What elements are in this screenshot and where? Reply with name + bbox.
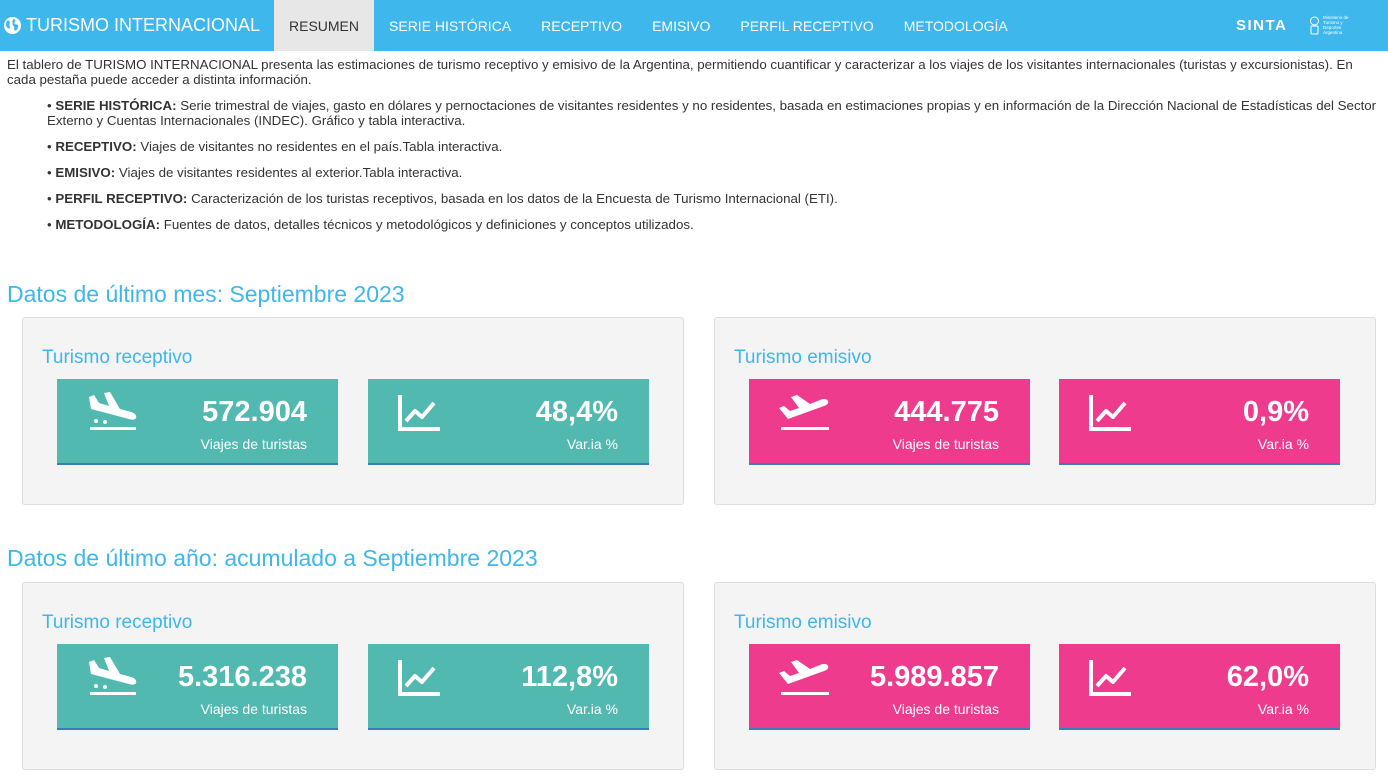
receptivo-variation-tile: 48,4% Var.ia % xyxy=(368,379,649,465)
plane-departure-icon xyxy=(779,660,829,695)
trips-label: Viajes de turistas xyxy=(200,701,307,717)
trips-value: 5.989.857 xyxy=(869,661,999,693)
tab-resumen[interactable]: RESUMEN xyxy=(274,0,375,51)
plane-departure-icon xyxy=(779,395,829,430)
bullet-term: PERFIL RECEPTIVO: xyxy=(55,191,188,206)
emisivo-variation-tile: 62,0% Var.ia % xyxy=(1059,644,1340,730)
brand-title: TURISMO INTERNACIONAL xyxy=(26,15,261,35)
bullet-term: METODOLOGÍA: xyxy=(55,217,161,232)
bullet-term: EMISIVO: xyxy=(55,165,116,180)
list-item: • PERFIL RECEPTIVO: Caracterización de l… xyxy=(47,191,838,206)
intro-text: El tablero de TURISMO INTERNACIONAL pres… xyxy=(7,57,1353,87)
sun-emblem-icon xyxy=(1310,16,1319,35)
variation-label: Var.ia % xyxy=(566,436,618,452)
emisivo-trips-tile: 444.775 Viajes de turistas xyxy=(749,379,1030,465)
trips-value: 444.775 xyxy=(894,396,999,428)
tab-metodologia[interactable]: METODOLOGÍA xyxy=(889,0,1023,51)
plane-arrival-icon xyxy=(89,392,137,430)
trips-label: Viajes de turistas xyxy=(200,436,307,452)
bullet-term: RECEPTIVO: xyxy=(55,139,137,154)
section-title-last-month: Datos de último mes: Septiembre 2023 xyxy=(7,281,405,307)
variation-label: Var.ia % xyxy=(1257,701,1309,717)
panel-receptivo-year: Turismo receptivo 5.316.238 Viajes de tu… xyxy=(22,582,684,770)
panel-emisivo-month: Turismo emisivo 444.775 Viajes de turist… xyxy=(714,317,1376,505)
plane-arrival-icon xyxy=(89,657,137,695)
top-navbar: TURISMO INTERNACIONAL RESUMEN SERIE HIST… xyxy=(0,0,1388,51)
list-item: • METODOLOGÍA: Fuentes de datos, detalle… xyxy=(47,217,694,232)
bullet-text: Caracterización de los turistas receptiv… xyxy=(191,191,838,206)
receptivo-trips-tile: 5.316.238 Viajes de turistas xyxy=(57,644,338,730)
variation-value: 48,4% xyxy=(535,396,618,428)
trips-label: Viajes de turistas xyxy=(892,436,999,452)
variation-value: 0,9% xyxy=(1242,396,1309,428)
panel-receptivo-month: Turismo receptivo 572.904 Viajes de turi… xyxy=(22,317,684,505)
line-chart-icon xyxy=(398,660,440,696)
main-tabs: RESUMEN SERIE HISTÓRICA RECEPTIVO EMISIV… xyxy=(274,0,1023,51)
receptivo-variation-tile: 112,8% Var.ia % xyxy=(368,644,649,730)
list-item: • SERIE HISTÓRICA: Serie trimestral de v… xyxy=(47,98,1377,128)
line-chart-icon xyxy=(398,395,440,431)
tab-descriptions: • SERIE HISTÓRICA: Serie trimestral de v… xyxy=(47,98,1383,243)
panel-title: Turismo emisivo xyxy=(734,347,872,368)
tab-emisivo[interactable]: EMISIVO xyxy=(637,0,725,51)
line-chart-icon xyxy=(1089,660,1131,696)
ministry-logo-text: Ministerio de Turismo y Deportes Argenti… xyxy=(1323,15,1349,35)
tab-serie-historica[interactable]: SERIE HISTÓRICA xyxy=(374,0,526,51)
sinta-logo: SINTA xyxy=(1236,17,1288,34)
bullet-text: Viajes de visitantes no residentes en el… xyxy=(140,139,503,154)
list-item: • RECEPTIVO: Viajes de visitantes no res… xyxy=(47,139,503,154)
bullet-text: Serie trimestral de viajes, gasto en dól… xyxy=(47,98,1377,128)
variation-value: 112,8% xyxy=(521,661,618,693)
ministry-logo: Ministerio de Turismo y Deportes Argenti… xyxy=(1309,14,1357,36)
bullet-text: Viajes de visitantes residentes al exter… xyxy=(118,165,463,180)
emisivo-variation-tile: 0,9% Var.ia % xyxy=(1059,379,1340,465)
tab-receptivo[interactable]: RECEPTIVO xyxy=(526,0,637,51)
trips-value: 5.316.238 xyxy=(177,661,307,693)
panel-emisivo-year: Turismo emisivo 5.989.857 Viajes de turi… xyxy=(714,582,1376,770)
variation-label: Var.ia % xyxy=(566,701,618,717)
trips-label: Viajes de turistas xyxy=(892,701,999,717)
globe-icon xyxy=(3,16,22,35)
list-item: • EMISIVO: Viajes de visitantes resident… xyxy=(47,165,463,180)
trips-value: 572.904 xyxy=(202,396,307,428)
bullet-term: SERIE HISTÓRICA: xyxy=(55,98,177,113)
variation-value: 62,0% xyxy=(1226,661,1309,693)
panel-title: Turismo receptivo xyxy=(42,347,193,368)
emisivo-trips-tile: 5.989.857 Viajes de turistas xyxy=(749,644,1030,730)
panel-title: Turismo emisivo xyxy=(734,612,872,633)
receptivo-trips-tile: 572.904 Viajes de turistas xyxy=(57,379,338,465)
variation-label: Var.ia % xyxy=(1257,436,1309,452)
brand[interactable]: TURISMO INTERNACIONAL xyxy=(3,0,260,51)
line-chart-icon xyxy=(1089,395,1131,431)
panel-title: Turismo receptivo xyxy=(42,612,193,633)
tab-perfil-receptivo[interactable]: PERFIL RECEPTIVO xyxy=(725,0,888,51)
bullet-text: Fuentes de datos, detalles técnicos y me… xyxy=(163,217,694,232)
section-title-last-year: Datos de último año: acumulado a Septiem… xyxy=(7,545,538,571)
